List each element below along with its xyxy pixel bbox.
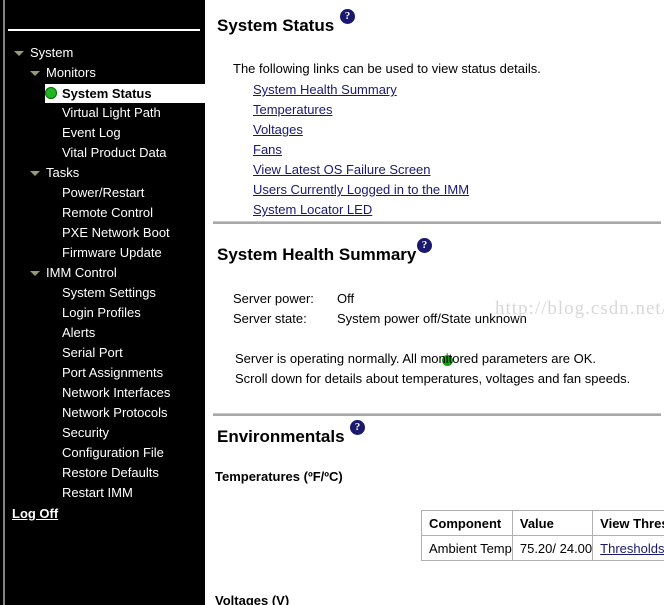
temperatures-heading: Temperatures (ºF/ºC) (215, 469, 343, 484)
help-icon[interactable]: ? (340, 9, 355, 24)
health-status-line-1: Server is operating normally. All monito… (235, 351, 596, 366)
status-link-temperatures[interactable]: Temperatures (253, 102, 332, 117)
cell-value: 75.20/ 24.00 (512, 536, 592, 561)
log-off-link[interactable]: Log Off (12, 506, 58, 521)
table-header-row: Component Value View Thresholds (422, 511, 664, 536)
voltages-heading: Voltages (V) (215, 593, 289, 605)
sidebar-item-security[interactable]: Security (62, 423, 109, 443)
column-header-component: Component (422, 511, 513, 536)
sidebar-item-network-interfaces[interactable]: Network Interfaces (62, 383, 170, 403)
column-header-value: Value (512, 511, 592, 536)
column-header-view-thresholds: View Thresholds (593, 511, 664, 536)
sidebar-item-label: Alerts (62, 323, 95, 343)
environmentals-title: Environmentals (217, 427, 345, 447)
sidebar-item-imm-control[interactable]: IMM Control (46, 263, 117, 283)
health-row-label: Server state: (233, 311, 307, 326)
main-content: System Status ? The following links can … (205, 0, 664, 605)
sidebar-item-label: Configuration File (62, 443, 164, 463)
health-summary-title: System Health Summary (217, 245, 416, 265)
sidebar-item-firmware-update[interactable]: Firmware Update (62, 243, 162, 263)
sidebar-item-label: System (30, 43, 73, 63)
cell-component: Ambient Temp (422, 536, 513, 561)
status-link-system-locator-led[interactable]: System Locator LED (253, 202, 372, 217)
navigation-sidebar: SystemMonitors Virtual Light PathEvent Lo… (0, 0, 205, 605)
status-link-system-health-summary[interactable]: System Health Summary (253, 82, 397, 97)
cell-thresholds: Thresholds (593, 536, 664, 561)
sidebar-item-label: PXE Network Boot (62, 223, 170, 243)
sidebar-item-remote-control[interactable]: Remote Control (62, 203, 153, 223)
help-icon[interactable]: ? (417, 238, 432, 253)
sidebar-item-tasks[interactable]: Tasks (46, 163, 79, 183)
status-intro-text: The following links can be used to view … (233, 61, 541, 76)
sidebar-item-label: Restart IMM (62, 483, 133, 503)
sidebar-item-label: Virtual Light Path (62, 103, 161, 123)
page-title: System Status (217, 16, 334, 36)
health-status-line-2: Scroll down for details about temperatur… (235, 371, 630, 386)
sidebar-item-label: Firmware Update (62, 243, 162, 263)
sidebar-item-system[interactable]: System (30, 43, 73, 63)
chevron-down-icon[interactable] (30, 171, 40, 176)
help-icon[interactable]: ? (350, 420, 365, 435)
table-row: Ambient Temp 75.20/ 24.00 Thresholds (422, 536, 664, 561)
sidebar-item-label: Tasks (46, 163, 79, 183)
sidebar-item-virtual-light-path[interactable]: Virtual Light Path (62, 103, 161, 123)
health-row-value: System power off/State unknown (337, 311, 527, 326)
sidebar-item-power-restart[interactable]: Power/Restart (62, 183, 144, 203)
status-link-view-latest-os-failure-screen[interactable]: View Latest OS Failure Screen (253, 162, 431, 177)
thresholds-link[interactable]: Thresholds (600, 541, 664, 556)
green-status-dot-icon (45, 87, 57, 99)
health-row-value: Off (337, 291, 354, 306)
sidebar-item-label: System Settings (62, 283, 156, 303)
sidebar-item-label: Power/Restart (62, 183, 144, 203)
sidebar-item-system-settings[interactable]: System Settings (62, 283, 156, 303)
sidebar-item-label: Restore Defaults (62, 463, 159, 483)
sidebar-item-label: Login Profiles (62, 303, 141, 323)
sidebar-item-label: Port Assignments (62, 363, 163, 383)
divider-2 (213, 413, 661, 416)
sidebar-item-restore-defaults[interactable]: Restore Defaults (62, 463, 159, 483)
sidebar-item-label: Remote Control (62, 203, 153, 223)
sidebar-left-border (3, 0, 5, 605)
sidebar-item-restart-imm[interactable]: Restart IMM (62, 483, 133, 503)
chevron-down-icon[interactable] (14, 51, 24, 56)
sidebar-item-label: IMM Control (46, 263, 117, 283)
chevron-down-icon[interactable] (30, 71, 40, 76)
sidebar-item-label: Security (62, 423, 109, 443)
sidebar-item-vital-product-data[interactable]: Vital Product Data (62, 143, 167, 163)
sidebar-item-alerts[interactable]: Alerts (62, 323, 95, 343)
sidebar-item-port-assignments[interactable]: Port Assignments (62, 363, 163, 383)
sidebar-item-configuration-file[interactable]: Configuration File (62, 443, 164, 463)
sidebar-item-event-log[interactable]: Event Log (62, 123, 121, 143)
chevron-down-icon[interactable] (30, 271, 40, 276)
divider-1 (213, 221, 661, 224)
sidebar-item-label: Monitors (46, 63, 96, 83)
status-link-fans[interactable]: Fans (253, 142, 282, 157)
sidebar-item-label: Network Interfaces (62, 383, 170, 403)
sidebar-item-label: Network Protocols (62, 403, 167, 423)
sidebar-item-network-protocols[interactable]: Network Protocols (62, 403, 167, 423)
status-link-users-currently-logged-in-to-the-imm[interactable]: Users Currently Logged in to the IMM (253, 182, 469, 197)
temperatures-table: Component Value View Thresholds Ambient … (421, 510, 664, 561)
sidebar-item-login-profiles[interactable]: Login Profiles (62, 303, 141, 323)
sidebar-item-monitors[interactable]: Monitors (46, 63, 96, 83)
health-row-label: Server power: (233, 291, 314, 306)
sidebar-item-label: Vital Product Data (62, 143, 167, 163)
sidebar-item-label-selected: System Status (62, 84, 152, 103)
sidebar-top-divider (8, 29, 200, 31)
sidebar-item-label: Serial Port (62, 343, 123, 363)
sidebar-item-label: Event Log (62, 123, 121, 143)
status-link-voltages[interactable]: Voltages (253, 122, 303, 137)
sidebar-item-pxe-network-boot[interactable]: PXE Network Boot (62, 223, 170, 243)
sidebar-item-serial-port[interactable]: Serial Port (62, 343, 123, 363)
